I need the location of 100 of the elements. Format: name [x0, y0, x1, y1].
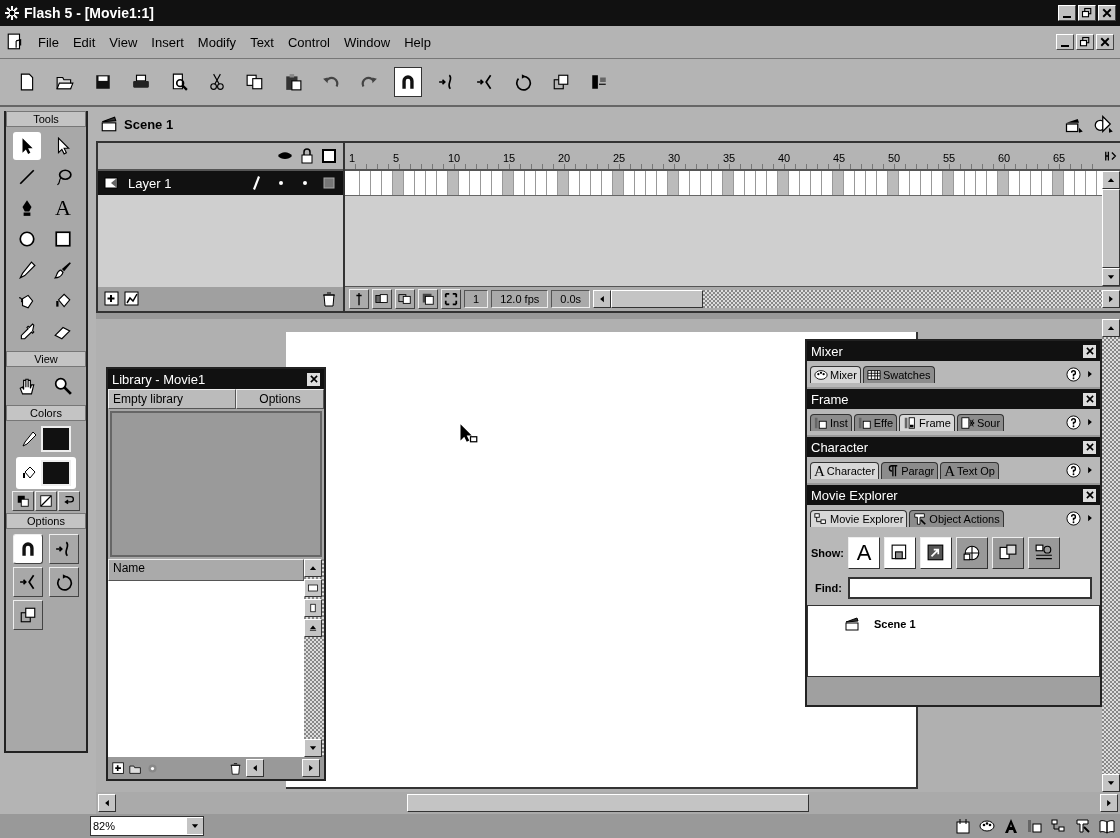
scroll-thumb[interactable]	[1102, 189, 1120, 268]
panel-tab[interactable]: Object Actions	[909, 509, 1004, 527]
panel-tab[interactable]: Frame	[899, 413, 955, 431]
panel-tab[interactable]: Swatches	[862, 365, 935, 383]
straighten-curve-icon[interactable]	[13, 567, 43, 597]
frame-cell[interactable]	[613, 171, 624, 195]
menu-item[interactable]: Window	[343, 34, 391, 50]
maximize-button[interactable]	[1078, 5, 1096, 21]
scale-icon[interactable]	[13, 600, 43, 630]
layer-row[interactable]: Layer 1	[98, 171, 343, 195]
trash-icon[interactable]	[321, 291, 337, 307]
frame-cell[interactable]	[888, 171, 899, 195]
color-swatch[interactable]	[41, 426, 71, 452]
frame-cell[interactable]	[943, 171, 954, 195]
character-panel-icon[interactable]	[1002, 817, 1020, 835]
lock-icon[interactable]	[299, 148, 315, 164]
scrollbar[interactable]	[304, 559, 324, 757]
video-symbol-filter[interactable]	[956, 537, 988, 569]
tree-icon[interactable]	[1050, 817, 1068, 835]
frame-cell[interactable]	[1053, 171, 1064, 195]
frame-cell[interactable]	[448, 171, 459, 195]
scroll-right-icon[interactable]	[1100, 794, 1118, 812]
scroll-left-icon[interactable]	[246, 759, 264, 777]
close-icon[interactable]	[1083, 440, 1096, 454]
panel-tab[interactable]: AText Op	[940, 461, 999, 479]
scroll-down-icon[interactable]	[1102, 774, 1120, 792]
help-icon[interactable]	[1066, 414, 1081, 430]
panel-tab[interactable]: Paragr	[881, 461, 939, 479]
panel-tab[interactable]: Mixer	[810, 365, 861, 383]
new-symbol-icon[interactable]	[112, 761, 125, 775]
actions-icon[interactable]	[1074, 817, 1092, 835]
minimize-button[interactable]	[1058, 5, 1076, 21]
panel-tab[interactable]: Sour	[956, 413, 1005, 431]
scroll-right-icon[interactable]	[302, 759, 320, 777]
frame-cell[interactable]	[503, 171, 514, 195]
scroll-left-icon[interactable]	[98, 794, 116, 812]
add-guide-layer-icon[interactable]	[124, 291, 140, 307]
scroll-down-icon[interactable]	[1102, 268, 1120, 286]
center-frame-icon[interactable]	[349, 289, 369, 309]
help-icon[interactable]	[1066, 366, 1081, 382]
frame-cell[interactable]	[558, 171, 569, 195]
close-icon[interactable]	[1083, 488, 1096, 502]
sort-icon[interactable]	[304, 619, 322, 637]
palette-icon[interactable]	[978, 817, 996, 835]
text-filter[interactable]: A	[848, 537, 880, 569]
instance-icon[interactable]	[1026, 817, 1044, 835]
find-field[interactable]	[847, 577, 1092, 599]
close-button[interactable]	[1098, 5, 1116, 21]
no-color-icon[interactable]	[35, 491, 57, 511]
menu-item[interactable]: View	[109, 34, 138, 50]
name-column-header[interactable]: Name	[108, 559, 304, 581]
close-button[interactable]	[1096, 34, 1114, 50]
tree-item[interactable]: Scene 1	[874, 618, 916, 630]
scrollbar[interactable]	[96, 792, 1120, 814]
outline-icon[interactable]	[321, 148, 337, 164]
edit-symbol-icon[interactable]	[1092, 112, 1116, 136]
frame-cell[interactable]	[668, 171, 679, 195]
menu-item[interactable]: Insert	[151, 34, 184, 50]
fill-color-well[interactable]	[16, 457, 76, 489]
restore-button[interactable]	[1076, 34, 1094, 50]
minimize-button[interactable]	[1056, 34, 1074, 50]
close-icon[interactable]	[307, 372, 320, 386]
outline-color-icon[interactable]	[321, 175, 337, 191]
default-colors-icon[interactable]	[12, 491, 34, 511]
frame-cell[interactable]	[998, 171, 1009, 195]
frame-cell[interactable]	[778, 171, 789, 195]
rotate-icon[interactable]	[49, 567, 79, 597]
add-layer-icon[interactable]	[104, 291, 120, 307]
onion-markers-icon[interactable]	[441, 289, 461, 309]
color-swatch[interactable]	[41, 460, 71, 486]
panel-tab[interactable]: Movie Explorer	[810, 509, 908, 527]
panel-tab[interactable]: Inst	[810, 413, 852, 431]
zoom-field[interactable]: 82%	[90, 816, 204, 836]
scrollbar[interactable]	[593, 290, 1120, 308]
scroll-up-icon[interactable]	[1102, 171, 1120, 189]
menu-item[interactable]: File	[38, 34, 59, 50]
scroll-down-icon[interactable]	[304, 739, 322, 757]
frame-cell[interactable]	[723, 171, 734, 195]
dropdown-icon[interactable]	[187, 818, 203, 834]
onion-skin-icon[interactable]	[372, 289, 392, 309]
magnet-icon[interactable]	[394, 67, 422, 97]
scroll-left-icon[interactable]	[593, 290, 612, 308]
help-icon[interactable]	[1066, 510, 1081, 526]
narrow-view-icon[interactable]	[304, 599, 322, 617]
document-icon[interactable]	[6, 33, 24, 51]
help-icon[interactable]	[1066, 462, 1081, 478]
close-icon[interactable]	[1083, 344, 1096, 358]
library-icon[interactable]	[1098, 817, 1116, 835]
menu-item[interactable]: Control	[287, 34, 330, 50]
menu-item[interactable]: Edit	[72, 34, 96, 50]
close-icon[interactable]	[1083, 392, 1096, 406]
button-symbol-filter[interactable]	[884, 537, 916, 569]
menu-item[interactable]: Modify	[197, 34, 237, 50]
panel-tab[interactable]: ACharacter	[810, 461, 880, 479]
scrollbar[interactable]	[1102, 171, 1120, 286]
smooth-curve-icon[interactable]	[49, 534, 79, 564]
trash-icon[interactable]	[229, 761, 242, 775]
swap-colors-icon[interactable]	[58, 491, 80, 511]
action-filter[interactable]	[920, 537, 952, 569]
scrollbar[interactable]	[1102, 319, 1120, 792]
